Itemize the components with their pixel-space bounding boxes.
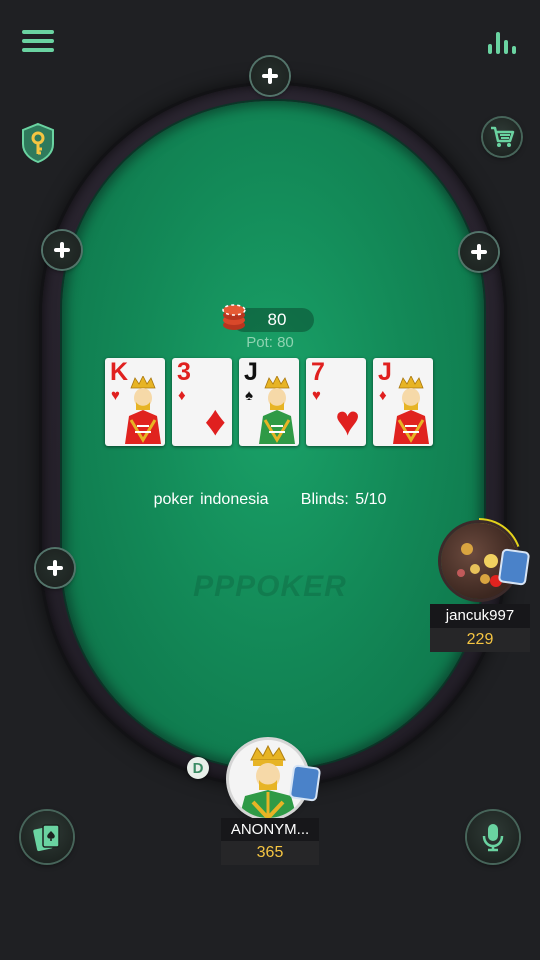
bar-chart-icon[interactable]: [488, 30, 518, 54]
blinds-label: Blinds: 5/10: [300, 491, 387, 508]
table-name: poker indonesia: [153, 491, 269, 508]
board-card: 7 ♥ ♥: [306, 358, 366, 446]
board-card: J ♠: [239, 358, 299, 446]
card-rank: J: [244, 358, 258, 386]
face-card-figure-icon: [259, 376, 295, 444]
card-rank: 7: [311, 358, 325, 386]
hole-cards-back: [500, 550, 528, 584]
hole-cards-back: [291, 766, 319, 800]
opponent-name: jancuk997: [430, 604, 530, 628]
card-suit-large: ♦: [204, 397, 226, 444]
card-rank: 3: [177, 358, 191, 386]
empty-seat-top[interactable]: [251, 57, 289, 95]
empty-seat-right-upper[interactable]: [460, 233, 498, 271]
card-suit: ♥: [312, 387, 321, 404]
face-card-figure-icon: [393, 376, 429, 444]
table-info: poker indonesia Blinds: 5/10: [0, 491, 540, 509]
board-card: K ♥: [105, 358, 165, 446]
card-rank: J: [378, 358, 392, 386]
shield-key-icon[interactable]: [20, 122, 56, 164]
board-card: 3 ♦ ♦: [172, 358, 232, 446]
card-suit: ♦: [178, 387, 186, 404]
card-suit: ♦: [379, 387, 387, 404]
hero-name: ANONYM...: [221, 818, 319, 841]
pot-label: Pot: 80: [246, 334, 294, 351]
microphone-icon[interactable]: [467, 811, 519, 863]
hamburger-menu-icon[interactable]: [22, 30, 54, 56]
empty-seat-left-upper[interactable]: [43, 231, 81, 269]
board-card: J ♦: [373, 358, 433, 446]
dealer-button: D: [187, 757, 209, 779]
opponent-stack: 229: [430, 628, 530, 652]
card-suit: ♠: [245, 387, 253, 404]
card-suit: ♥: [111, 387, 120, 404]
hero-stack: 365: [221, 841, 319, 865]
shopping-cart-icon[interactable]: [483, 118, 521, 156]
opponent-seat[interactable]: jancuk997 229: [430, 518, 530, 652]
card-suit-large: ♥: [335, 397, 360, 444]
chip-stack-icon: [221, 301, 247, 331]
empty-seat-left-lower[interactable]: [36, 549, 74, 587]
face-card-figure-icon: [125, 376, 161, 444]
hero-seat[interactable]: ANONYM... 365: [221, 738, 321, 866]
pot-amount: 80: [267, 310, 287, 329]
cards-icon[interactable]: [21, 811, 73, 863]
